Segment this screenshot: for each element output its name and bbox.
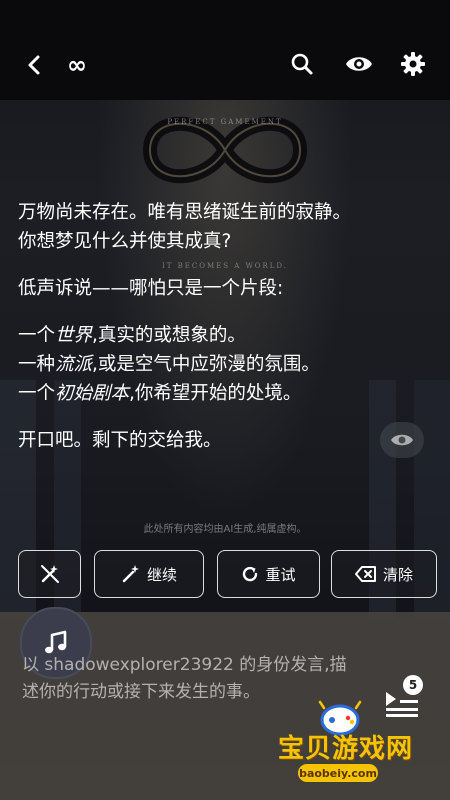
- wand-slash-icon: [40, 565, 59, 583]
- hero-subtitle-top: PERFECT GAMEMENT: [167, 118, 283, 126]
- message-input[interactable]: 以 shadowexplorer23922 的身份发言,描述你的行动或接下来发生…: [22, 652, 352, 706]
- story-keyword-world: 世界: [55, 325, 93, 346]
- clear-label: 清除: [382, 565, 413, 584]
- story-paragraph: 万物尚未存在。唯有思绪诞生前的寂静。 你想梦见什么并使其成真?: [18, 198, 438, 256]
- watermark-url: baobeiy.com: [298, 764, 378, 782]
- story-paragraph: 低声诉说——哪怕只是一个片段:: [18, 274, 438, 303]
- app-title: ∞: [67, 51, 87, 79]
- watermark-text: 宝贝游戏网: [278, 734, 414, 764]
- story-text-fragment: 一种: [18, 354, 56, 375]
- story-keyword-genre: 流派: [55, 354, 93, 375]
- continue-button[interactable]: 继续: [94, 550, 204, 598]
- retry-label: 重试: [265, 565, 296, 584]
- retry-button[interactable]: 重试: [217, 550, 320, 598]
- action-bar: 继续 重试 清除: [18, 550, 438, 600]
- magic-wand-off-button[interactable]: [18, 550, 81, 598]
- continue-label: 继续: [146, 565, 177, 584]
- story-text-fragment: ,或是空气中应弥漫的氛围。: [92, 354, 320, 375]
- clear-button[interactable]: 清除: [331, 550, 437, 598]
- toggle-view-eye-icon[interactable]: [380, 422, 424, 458]
- story-text-fragment: 一个: [18, 325, 56, 346]
- magic-wand-icon: [122, 565, 139, 583]
- backspace-icon: [354, 566, 376, 582]
- story-text-fragment: ,你希望开始的处境。: [129, 383, 302, 404]
- refresh-icon: [243, 566, 258, 582]
- story-text-fragment: 一个: [18, 383, 56, 404]
- search-icon[interactable]: [288, 50, 316, 78]
- eye-icon[interactable]: [342, 50, 376, 78]
- story-paragraph: 一个世界,真实的或想象的。 一种流派,或是空气中应弥漫的氛围。 一个初始剧本,你…: [18, 321, 438, 408]
- gear-icon[interactable]: [398, 49, 428, 79]
- back-arrow-icon[interactable]: [22, 52, 48, 78]
- story-text-fragment: ,真实的或想象的。: [92, 325, 246, 346]
- story-text: 万物尚未存在。唯有思绪诞生前的寂静。 你想梦见什么并使其成真? 低声诉说——哪怕…: [18, 198, 438, 473]
- infinity-emblem: [130, 100, 320, 200]
- story-keyword-script: 初始剧本: [55, 383, 130, 404]
- story-paragraph: 开口吧。剩下的交给我。: [18, 426, 438, 455]
- story-line: 开口吧。剩下的交给我。: [18, 430, 222, 451]
- ai-disclaimer: 此处所有内容均由AI生成,纯属虚构。: [143, 524, 307, 535]
- story-line: 你想梦见什么并使其成真?: [18, 231, 232, 252]
- story-line: 万物尚未存在。唯有思绪诞生前的寂静。: [18, 202, 352, 223]
- story-line: 低声诉说——哪怕只是一个片段:: [18, 278, 284, 299]
- top-bar: [0, 0, 450, 100]
- queue-count-badge: 5: [403, 675, 423, 695]
